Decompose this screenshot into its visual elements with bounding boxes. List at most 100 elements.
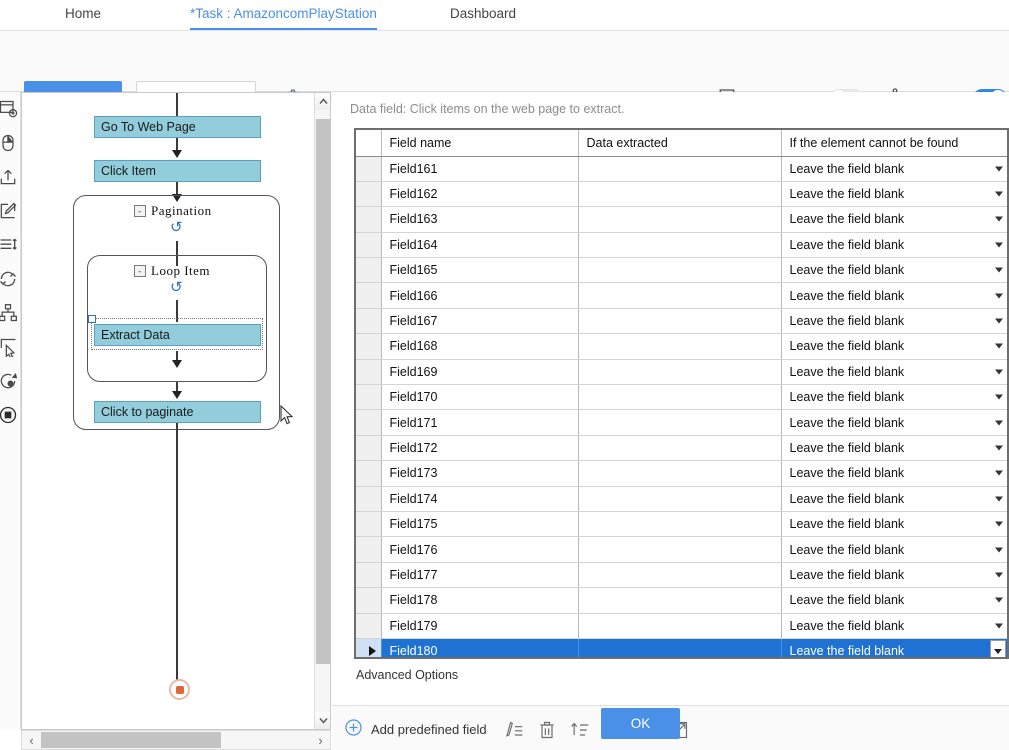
row-indicator-cell[interactable] (356, 282, 382, 309)
loop-refresh-icon[interactable]: ↺ (170, 278, 183, 296)
table-row[interactable]: Field165 Leave the field blank (356, 257, 1007, 284)
capture-data-icon[interactable] (0, 370, 19, 392)
chevron-down-icon[interactable] (994, 318, 1003, 324)
cell-field-name[interactable]: Field168 (381, 333, 579, 360)
chevron-down-icon[interactable] (989, 639, 1006, 657)
cell-fallback-dropdown[interactable]: Leave the field blank (781, 206, 1007, 233)
cell-fallback-dropdown[interactable]: Leave the field blank (781, 308, 1007, 335)
cell-data-extracted[interactable] (578, 409, 782, 436)
cell-field-name[interactable]: Field164 (381, 232, 579, 259)
cell-fallback-dropdown[interactable]: Leave the field blank (781, 181, 1007, 208)
cell-fallback-dropdown[interactable]: Leave the field blank (781, 384, 1007, 411)
cell-field-name[interactable]: Field170 (381, 384, 579, 411)
cell-data-extracted[interactable] (578, 613, 782, 639)
table-row[interactable]: Field176 Leave the field blank (356, 536, 1007, 563)
row-indicator-cell[interactable] (356, 435, 382, 462)
add-page-icon[interactable] (0, 98, 19, 120)
chevron-down-icon[interactable] (994, 166, 1003, 172)
chevron-down-icon[interactable] (994, 191, 1003, 197)
cell-fallback-dropdown[interactable]: Leave the field blank (781, 232, 1007, 259)
chevron-down-icon[interactable] (994, 470, 1003, 476)
chevron-down-icon[interactable] (994, 445, 1003, 451)
table-row[interactable]: Field175 Leave the field blank (356, 511, 1007, 538)
extract-upload-icon[interactable] (0, 166, 19, 188)
cell-field-name[interactable]: Field167 (381, 308, 579, 335)
chevron-down-icon[interactable] (994, 216, 1003, 222)
cell-data-extracted[interactable] (578, 486, 782, 512)
row-indicator-cell[interactable] (356, 333, 382, 360)
column-header-fallback[interactable]: If the element cannot be found (781, 130, 1007, 157)
table-row[interactable]: Field174 Leave the field blank (356, 486, 1007, 512)
cell-fallback-dropdown[interactable]: Leave the field blank (781, 333, 1007, 360)
cell-data-extracted[interactable] (578, 308, 782, 335)
table-row[interactable]: Field161 Leave the field blank (356, 156, 1007, 182)
cell-data-extracted[interactable] (578, 257, 782, 284)
canvas-horizontal-scrollbar[interactable]: ‹ › (21, 730, 331, 750)
table-row[interactable]: Field169 Leave the field blank (356, 359, 1007, 386)
cell-field-name[interactable]: Field172 (381, 435, 579, 462)
scroll-right-button[interactable]: › (311, 731, 330, 749)
table-row[interactable]: Field168 Leave the field blank (356, 333, 1007, 360)
cell-data-extracted[interactable] (578, 435, 782, 462)
ok-button[interactable]: OK (601, 708, 680, 739)
tab-home[interactable]: Home (65, 0, 101, 30)
cell-field-name[interactable]: Field176 (381, 536, 579, 563)
collapse-toggle-pagination[interactable]: - (134, 205, 146, 217)
chevron-down-icon[interactable] (994, 343, 1003, 349)
vertical-scroll-thumb[interactable] (316, 119, 330, 664)
add-predefined-field-button[interactable]: Add predefined field (344, 717, 487, 741)
scroll-down-button[interactable] (315, 712, 330, 729)
row-indicator-cell[interactable] (356, 562, 382, 589)
table-row[interactable]: Field164 Leave the field blank (356, 232, 1007, 259)
cell-field-name[interactable]: Field162 (381, 181, 579, 208)
cell-fallback-dropdown[interactable]: Leave the field blank (781, 587, 1007, 614)
delete-trash-icon[interactable] (535, 718, 558, 741)
cell-field-name[interactable]: Field165 (381, 257, 579, 284)
row-indicator-cell[interactable] (356, 206, 382, 233)
cell-field-name[interactable]: Field166 (381, 282, 579, 309)
row-indicator-cell[interactable] (356, 232, 382, 259)
cell-data-extracted[interactable] (578, 638, 782, 657)
table-row[interactable]: Field167 Leave the field blank (356, 308, 1007, 335)
table-row[interactable]: Field180 Leave the field blank (356, 638, 1007, 657)
cell-data-extracted[interactable] (578, 156, 782, 182)
cell-fallback-dropdown[interactable]: Leave the field blank (781, 460, 1007, 487)
cell-data-extracted[interactable] (578, 511, 782, 538)
cell-data-extracted[interactable] (578, 384, 782, 411)
row-indicator-cell[interactable] (356, 587, 382, 614)
cell-field-name[interactable]: Field179 (381, 613, 579, 639)
chevron-down-icon[interactable] (994, 267, 1003, 273)
workflow-node-go-to-web-page[interactable]: Go To Web Page (94, 116, 261, 138)
table-row[interactable]: Field173 Leave the field blank (356, 460, 1007, 487)
scroll-left-button[interactable]: ‹ (22, 731, 41, 749)
cell-field-name[interactable]: Field173 (381, 460, 579, 487)
cell-field-name[interactable]: Field178 (381, 587, 579, 614)
scroll-up-button[interactable] (315, 93, 330, 110)
workflow-node-click-to-paginate[interactable]: Click to paginate (94, 401, 261, 423)
collapse-toggle-loop-item[interactable]: - (134, 265, 146, 277)
workflow-branch-icon[interactable] (0, 302, 19, 324)
table-row[interactable]: Field172 Leave the field blank (356, 435, 1007, 462)
row-indicator-cell[interactable] (356, 638, 382, 657)
chevron-down-icon[interactable] (994, 572, 1003, 578)
row-indicator-cell[interactable] (356, 359, 382, 386)
cell-fallback-dropdown[interactable]: Leave the field blank (781, 435, 1007, 462)
row-indicator-cell[interactable] (356, 181, 382, 208)
cell-data-extracted[interactable] (578, 333, 782, 360)
chevron-down-icon[interactable] (994, 496, 1003, 502)
cell-fallback-dropdown[interactable]: Leave the field blank (781, 409, 1007, 436)
cell-fallback-dropdown[interactable]: Leave the field blank (781, 536, 1007, 563)
cell-field-name[interactable]: Field161 (381, 156, 579, 182)
row-indicator-cell[interactable] (356, 308, 382, 335)
cell-data-extracted[interactable] (578, 232, 782, 259)
cell-field-name[interactable]: Field175 (381, 511, 579, 538)
table-row[interactable]: Field178 Leave the field blank (356, 587, 1007, 614)
rename-field-icon[interactable] (502, 718, 525, 741)
chevron-down-icon[interactable] (994, 293, 1003, 299)
row-indicator-cell[interactable] (356, 409, 382, 436)
loop-refresh-icon[interactable] (0, 268, 19, 290)
row-indicator-cell[interactable] (356, 536, 382, 563)
row-indicator-cell[interactable] (356, 511, 382, 538)
cell-fallback-dropdown[interactable]: Leave the field blank (781, 359, 1007, 386)
cell-data-extracted[interactable] (578, 282, 782, 309)
